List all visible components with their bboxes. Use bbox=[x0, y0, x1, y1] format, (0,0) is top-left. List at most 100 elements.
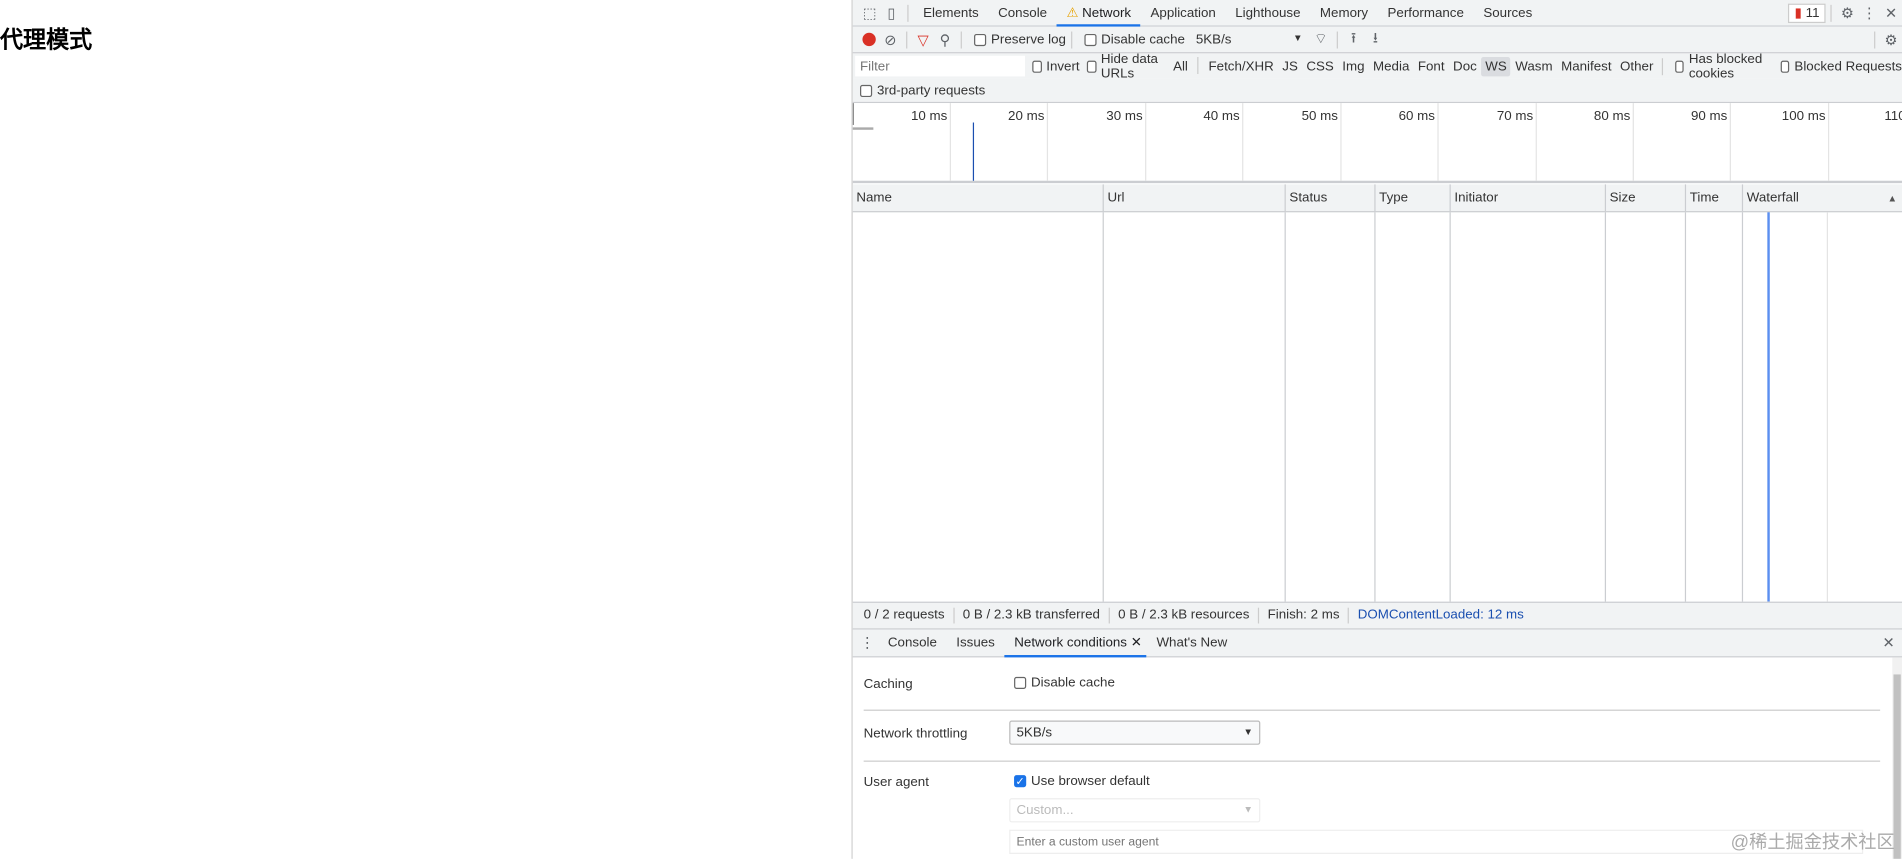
preserve-log-checkbox[interactable] bbox=[974, 33, 987, 46]
filter-type-manifest[interactable]: Manifest bbox=[1557, 56, 1615, 75]
timeline-gridline bbox=[1437, 103, 1439, 181]
timeline-tick-label: 110 bbox=[1884, 109, 1902, 124]
timeline-gridline bbox=[1535, 103, 1537, 181]
filter-type-media[interactable]: Media bbox=[1369, 56, 1413, 75]
filter-type-js[interactable]: JS bbox=[1279, 56, 1302, 75]
timeline-tick-label: 20 ms bbox=[1008, 109, 1045, 124]
more-options-icon[interactable]: ⋮ bbox=[1858, 2, 1880, 24]
tab-console[interactable]: Console bbox=[988, 0, 1056, 26]
divider bbox=[1661, 57, 1663, 75]
waterfall-dcl-line bbox=[1767, 212, 1770, 602]
close-drawer-icon[interactable]: ✕ bbox=[1878, 632, 1900, 654]
tab-performance[interactable]: Performance bbox=[1378, 0, 1474, 26]
timeline-tick-label: 10 ms bbox=[911, 109, 948, 124]
divider bbox=[907, 4, 909, 22]
filter-type-ws[interactable]: WS bbox=[1481, 56, 1511, 76]
filter-type-doc[interactable]: Doc bbox=[1449, 56, 1480, 75]
clear-icon[interactable]: ⊘ bbox=[879, 29, 901, 51]
tab-label: Elements bbox=[923, 5, 979, 21]
third-party-label: 3rd-party requests bbox=[876, 83, 986, 98]
use-browser-default-checkbox[interactable]: ✓ bbox=[1014, 775, 1027, 788]
filter-type-img[interactable]: Img bbox=[1339, 56, 1369, 75]
throttling-select-value: 5KB/s bbox=[1016, 725, 1053, 740]
column-header-waterfall[interactable]: Waterfall bbox=[1741, 184, 1902, 212]
timeline-overview[interactable]: 10 ms 20 ms 30 ms 40 ms 50 ms 60 ms 70 ms 80 ms… bbox=[852, 103, 1902, 184]
network-conditions-icon[interactable]: ⌔ bbox=[1310, 29, 1332, 51]
network-settings-icon[interactable]: ⚙ bbox=[1880, 29, 1902, 51]
use-browser-default[interactable]: ✓ Use browser default bbox=[1007, 774, 1150, 788]
filter-type-css[interactable]: CSS bbox=[1303, 56, 1338, 75]
drawer-menu-icon[interactable]: ⋮ bbox=[856, 632, 878, 654]
column-header-name[interactable]: Name bbox=[853, 184, 1103, 211]
tab-label: Console bbox=[887, 635, 937, 650]
status-item: 0 B / 2.3 kB resources bbox=[1110, 607, 1260, 624]
drawer-disable-cache-checkbox[interactable] bbox=[1014, 676, 1027, 690]
issues-badge[interactable]: ▮ 11 bbox=[1788, 3, 1826, 23]
column-header-url[interactable]: Url bbox=[1102, 184, 1285, 212]
close-devtools-icon[interactable]: ✕ bbox=[1880, 2, 1902, 24]
column-header-status[interactable]: Status bbox=[1284, 184, 1375, 212]
issues-icon: ▮ bbox=[1794, 5, 1802, 21]
filter-input[interactable] bbox=[855, 55, 1025, 77]
search-icon[interactable]: ⚲ bbox=[934, 29, 956, 51]
status-item: 0 B / 2.3 kB transferred bbox=[954, 607, 1110, 624]
export-har-icon[interactable]: ⭳ bbox=[1364, 29, 1386, 51]
tab-elements[interactable]: Elements bbox=[913, 0, 988, 26]
sort-ascending-icon[interactable]: ▲ bbox=[1888, 184, 1898, 212]
tab-lighthouse[interactable]: Lighthouse bbox=[1226, 0, 1311, 26]
filter-type-font[interactable]: Font bbox=[1414, 56, 1448, 75]
column-divider bbox=[1102, 212, 1104, 602]
timeline-tick-label: 60 ms bbox=[1398, 109, 1435, 124]
filter-type-other[interactable]: Other bbox=[1616, 56, 1657, 75]
import-har-icon[interactable]: ⭱ bbox=[1343, 29, 1365, 51]
tab-network[interactable]: ⚠ Network bbox=[1056, 0, 1141, 27]
network-throttling-select[interactable]: 5KB/s ▼ bbox=[1009, 720, 1261, 745]
timeline-tick-label: 80 ms bbox=[1593, 109, 1631, 124]
column-header-initiator[interactable]: Initiator bbox=[1449, 184, 1605, 212]
inspect-element-icon[interactable]: ⬚ bbox=[859, 2, 881, 24]
filter-type-wasm[interactable]: Wasm bbox=[1512, 56, 1557, 75]
drawer-tab-console[interactable]: Console bbox=[878, 629, 946, 657]
drawer-tab-issues[interactable]: Issues bbox=[947, 629, 1005, 657]
disable-cache-checkbox[interactable] bbox=[1084, 33, 1097, 46]
filter-icon[interactable]: ▽ bbox=[912, 29, 934, 51]
column-header-size[interactable]: Size bbox=[1604, 184, 1685, 212]
tab-application[interactable]: Application bbox=[1141, 0, 1226, 26]
drawer-disable-cache[interactable]: Disable cache bbox=[1007, 676, 1115, 690]
invert-checkbox[interactable] bbox=[1032, 60, 1042, 73]
drawer-tab-network-conditions[interactable]: Network conditions ✕ bbox=[1004, 629, 1147, 657]
hide-data-urls-checkbox[interactable] bbox=[1086, 60, 1097, 73]
column-divider bbox=[1449, 212, 1451, 602]
filter-type-all[interactable]: All bbox=[1169, 56, 1191, 75]
filter-type-fetch-xhr[interactable]: Fetch/XHR bbox=[1205, 56, 1278, 75]
timeline-gridline bbox=[1340, 103, 1342, 181]
device-toolbar-icon[interactable]: ▯ bbox=[881, 2, 903, 24]
throttling-select[interactable]: 5KB/s ▼ bbox=[1196, 32, 1303, 47]
warning-icon: ⚠ bbox=[1066, 5, 1083, 21]
network-toolbar: ⊘ ▽ ⚲ Preserve log Disable cache 5KB/s ▼ … bbox=[852, 26, 1902, 54]
timeline-tick-label: 90 ms bbox=[1690, 109, 1728, 124]
status-item: 0 / 2 requests bbox=[855, 607, 955, 624]
timeline-gridline bbox=[1046, 103, 1049, 181]
drawer-tab-what-s-new[interactable]: What's New bbox=[1147, 629, 1237, 657]
waterfall-gridline bbox=[1826, 212, 1828, 602]
blocked-requests-checkbox[interactable] bbox=[1780, 60, 1790, 73]
column-divider bbox=[1284, 212, 1286, 602]
column-header-time[interactable]: Time bbox=[1684, 184, 1742, 212]
network-conditions-panel: Caching Disable cache Network throttling… bbox=[852, 657, 1902, 859]
column-header-type[interactable]: Type bbox=[1374, 184, 1449, 212]
tab-sources[interactable]: Sources bbox=[1474, 0, 1542, 26]
close-tab-icon[interactable]: ✕ bbox=[1127, 635, 1142, 650]
settings-icon[interactable]: ⚙ bbox=[1836, 2, 1858, 24]
tab-memory[interactable]: Memory bbox=[1310, 0, 1378, 26]
timeline-tick-label: 50 ms bbox=[1301, 109, 1338, 124]
tab-label: Sources bbox=[1483, 5, 1533, 21]
tab-label: Network conditions bbox=[1014, 635, 1127, 650]
has-blocked-cookies-checkbox[interactable] bbox=[1674, 60, 1684, 73]
third-party-checkbox[interactable] bbox=[860, 84, 873, 97]
tab-label: Console bbox=[998, 5, 1048, 21]
request-table-header: Name Url Status Type Initiator Size Time Waterf… bbox=[852, 184, 1902, 213]
request-table-body[interactable] bbox=[853, 212, 1902, 602]
throttling-label: Network throttling bbox=[863, 726, 968, 742]
record-button[interactable] bbox=[858, 29, 880, 51]
